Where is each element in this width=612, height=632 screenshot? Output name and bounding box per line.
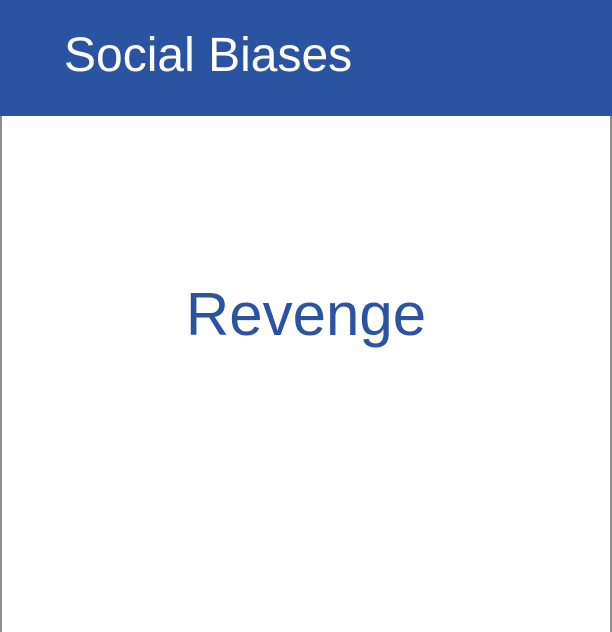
header-title: Social Biases [64, 29, 353, 82]
flashcard: Social Biases Revenge [0, 0, 612, 632]
card-header: Social Biases [0, 0, 612, 116]
card-term: Revenge [185, 281, 427, 348]
card-body: Revenge [2, 116, 610, 632]
